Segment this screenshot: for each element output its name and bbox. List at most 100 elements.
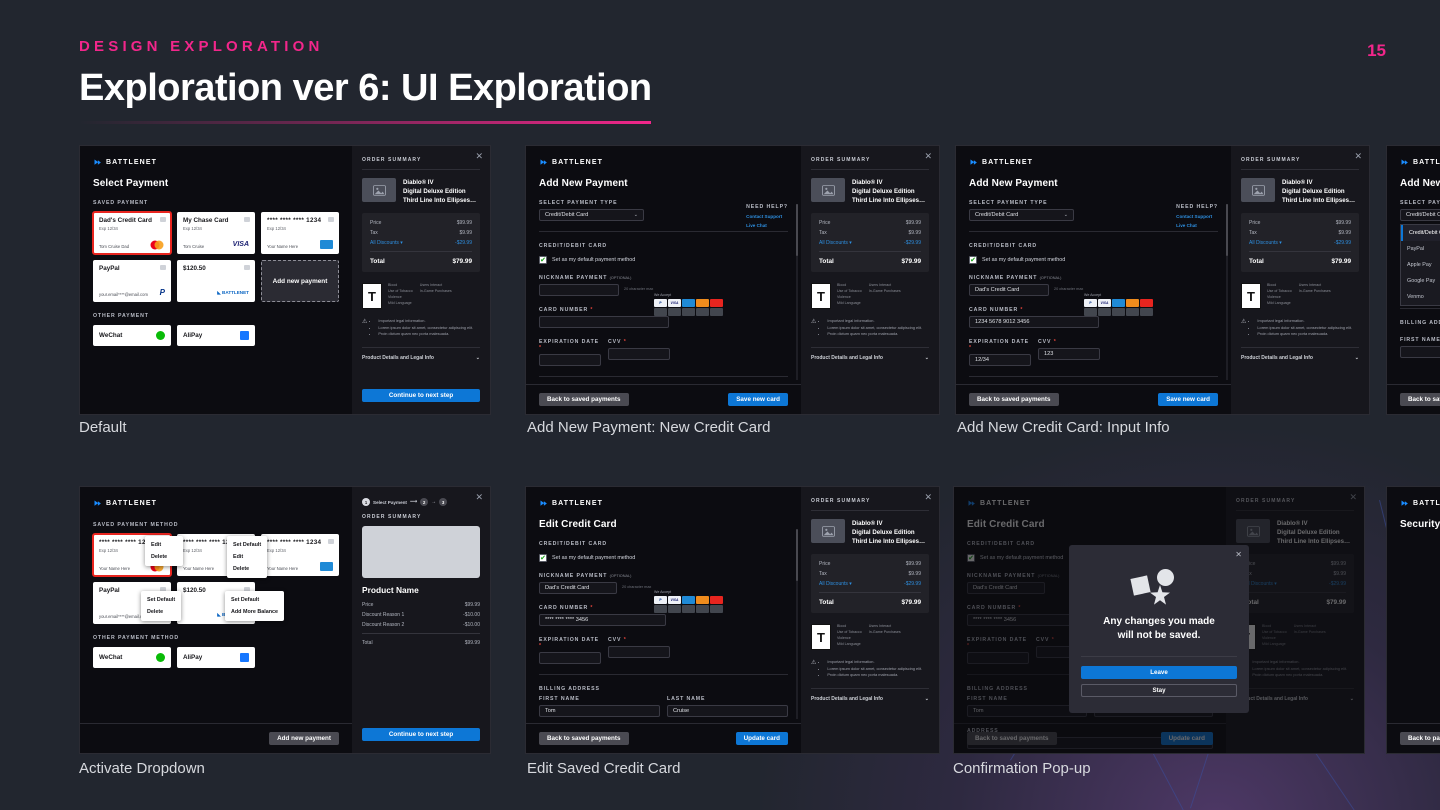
back-to-saved-button[interactable]: Back to saved payments <box>969 393 1059 406</box>
payment-card[interactable]: **** **** **** 1234 Exp 12/34 Your Name … <box>261 212 339 254</box>
close-icon[interactable]: ✕ <box>924 152 932 161</box>
save-new-card-button[interactable]: Save new card <box>728 393 788 406</box>
payment-card[interactable]: PayPal your.email****@email.com P <box>93 260 171 302</box>
card-context-menu[interactable]: Set Default Add More Balance <box>225 591 285 621</box>
close-icon[interactable]: ✕ <box>1235 550 1242 559</box>
menu-item-set-default[interactable]: Set Default <box>141 594 181 606</box>
payment-type-dropdown[interactable]: Credit/Debit Card PayPal Apple Pay Googl… <box>1400 224 1440 306</box>
default-method-checkbox[interactable]: ✔ Set as my default payment method <box>969 256 1218 264</box>
mock-security-check[interactable]: BATTLENET Security Check Password By cli… <box>1386 486 1440 754</box>
close-icon[interactable]: ✕ <box>475 493 483 502</box>
first-name-input[interactable]: Tom <box>539 705 660 717</box>
card-context-menu[interactable]: Set Default Edit Delete <box>227 536 268 578</box>
scrollbar-thumb[interactable] <box>796 529 798 581</box>
product-details-toggle[interactable]: Product Details and Legal Info ⌄ <box>1241 347 1359 361</box>
last-name-input[interactable]: Cruise <box>667 705 788 717</box>
expiration-input[interactable] <box>967 652 1029 664</box>
continue-button[interactable]: Continue to next step <box>362 389 480 402</box>
contact-support-link[interactable]: Contact Support <box>1176 214 1218 219</box>
card-number-input[interactable]: **** **** **** 3456 <box>539 614 666 626</box>
card-context-menu[interactable]: Edit Delete <box>145 536 183 566</box>
card-menu-icon[interactable] <box>244 265 250 270</box>
payment-type-select[interactable]: Credit/Debit Card ⌄ <box>539 209 644 221</box>
mock-edit-credit-card[interactable]: BATTLENET Edit Credit Card CREDIT/DEBIT … <box>525 486 940 754</box>
card-menu-icon[interactable] <box>160 265 166 270</box>
dropdown-option-apple-pay[interactable]: Apple Pay <box>1401 257 1440 273</box>
close-icon[interactable]: ✕ <box>924 493 932 502</box>
discounts-row[interactable]: All Discounts ▾ -$29.99 <box>370 240 472 246</box>
scrollbar-thumb[interactable] <box>796 204 798 256</box>
other-payment-wechat[interactable]: WeChat <box>93 325 171 346</box>
mock-dropdown-open[interactable]: BATTLENET Add New Payment SELECT PAYMENT… <box>1386 145 1440 415</box>
continue-button[interactable]: Continue to next step <box>362 728 480 741</box>
cvv-input[interactable] <box>608 348 670 360</box>
menu-item-delete[interactable]: Delete <box>141 606 181 618</box>
step-number[interactable]: 1 <box>362 498 370 506</box>
nickname-input[interactable]: Dad's Credit Card <box>967 582 1045 594</box>
payment-card[interactable]: PayPal your.email****@email.com P Set De… <box>93 582 182 624</box>
menu-item-delete[interactable]: Delete <box>227 563 267 575</box>
stay-button[interactable]: Stay <box>1081 684 1237 697</box>
product-details-toggle[interactable]: Product Details and Legal Info ⌄ <box>1236 688 1354 702</box>
payment-card[interactable]: $120.50 ◣ BATTLENET <box>177 260 255 302</box>
other-payment-alipay[interactable]: AliPay <box>177 325 255 346</box>
cvv-input[interactable] <box>608 646 670 658</box>
product-details-toggle[interactable]: Product Details and Legal Info ⌄ <box>811 347 929 361</box>
menu-item-edit[interactable]: Edit <box>145 539 183 551</box>
default-method-checkbox[interactable]: ✔ Set as my default payment method <box>539 554 788 562</box>
update-card-button[interactable]: Update card <box>735 732 788 745</box>
card-context-menu[interactable]: Set Default Delete <box>141 591 182 621</box>
menu-item-set-default[interactable]: Set Default <box>225 594 284 606</box>
payment-card[interactable]: My Chase Card Exp 12/34 Tom Cruise VISA <box>177 212 255 254</box>
back-to-payment-button[interactable]: Back to payment <box>1400 732 1440 745</box>
payment-card[interactable]: $120.50 ◣ BATTLENET Set Default Add More… <box>177 582 285 624</box>
product-details-toggle[interactable]: Product Details and Legal Info ⌄ <box>811 688 929 702</box>
dropdown-option-venmo[interactable]: Venmo <box>1401 289 1440 305</box>
default-method-checkbox[interactable]: ✔ Set as my default payment method <box>539 256 788 264</box>
back-to-saved-button[interactable]: Back to saved payments <box>539 732 629 745</box>
discounts-row[interactable]: All Discounts ▾ -$29.99 <box>819 240 921 246</box>
scrollbar-thumb[interactable] <box>1226 204 1228 256</box>
save-new-card-button[interactable]: Save new card <box>1158 393 1218 406</box>
discounts-row[interactable]: All Discounts ▾ -$29.99 <box>1249 240 1351 246</box>
payment-card[interactable]: **** **** **** 1234 Exp 12/34 Your Name … <box>261 534 339 576</box>
dropdown-option-google-pay[interactable]: Google Pay <box>1401 273 1440 289</box>
payment-type-select[interactable]: Credit/Debit Card ⌄ <box>969 209 1074 221</box>
confirmation-modal[interactable]: ✕ Any changes you made will not be saved… <box>1069 545 1249 713</box>
card-menu-icon[interactable] <box>328 217 334 222</box>
expiration-input[interactable] <box>539 652 601 664</box>
cvv-input[interactable]: 123 <box>1038 348 1100 360</box>
leave-button[interactable]: Leave <box>1081 666 1237 679</box>
mock-default[interactable]: BATTLENET Select Payment SAVED PAYMENT D… <box>79 145 491 415</box>
menu-item-delete[interactable]: Delete <box>145 551 183 563</box>
payment-card[interactable]: **** **** **** 1234 Exp 12/34 Your Name … <box>177 534 268 578</box>
add-new-payment-button[interactable]: Add new payment <box>269 732 339 745</box>
menu-item-set-default[interactable]: Set Default <box>227 539 267 551</box>
live-chat-link[interactable]: Live Chat <box>746 223 788 228</box>
close-icon[interactable]: ✕ <box>1354 152 1362 161</box>
other-payment-wechat[interactable]: WeChat <box>93 647 171 668</box>
expiration-input[interactable] <box>539 354 601 366</box>
nickname-input[interactable]: Dad's Credit Card <box>969 284 1049 296</box>
card-menu-icon[interactable] <box>244 217 250 222</box>
back-to-saved-button[interactable]: Back to saved payments <box>1400 393 1440 406</box>
card-number-input[interactable] <box>539 316 669 328</box>
update-card-button[interactable]: Update card <box>1160 732 1213 745</box>
payment-card[interactable]: Dad's Credit Card Exp 12/34 Tom Cruise D… <box>92 211 172 255</box>
back-to-saved-button[interactable]: Back to saved payments <box>967 732 1057 745</box>
live-chat-link[interactable]: Live Chat <box>1176 223 1218 228</box>
card-number-input[interactable]: 1234 5678 9012 3456 <box>969 316 1099 328</box>
dropdown-option-credit[interactable]: Credit/Debit Card <box>1401 225 1440 241</box>
mock-activate-dropdown[interactable]: BATTLENET SAVED PAYMENT METHOD **** ****… <box>79 486 491 754</box>
card-menu-icon[interactable] <box>160 217 166 222</box>
contact-support-link[interactable]: Contact Support <box>746 214 788 219</box>
card-menu-icon[interactable] <box>328 539 334 544</box>
menu-item-edit[interactable]: Edit <box>227 551 267 563</box>
mock-input-info[interactable]: BATTLENET Add New Payment NEED HELP? Con… <box>955 145 1370 415</box>
payment-card[interactable]: **** **** **** 1234 Exp 12/34 Your Name … <box>92 533 183 577</box>
discounts-row[interactable]: All Discounts ▾ -$29.99 <box>1244 581 1346 587</box>
add-new-payment-button[interactable]: Add new payment <box>261 260 339 302</box>
mock-confirmation-popup[interactable]: BATTLENET Edit Credit Card CREDIT/DEBIT … <box>953 486 1365 754</box>
close-icon[interactable]: ✕ <box>1349 493 1357 502</box>
first-name-input[interactable] <box>1400 346 1440 358</box>
